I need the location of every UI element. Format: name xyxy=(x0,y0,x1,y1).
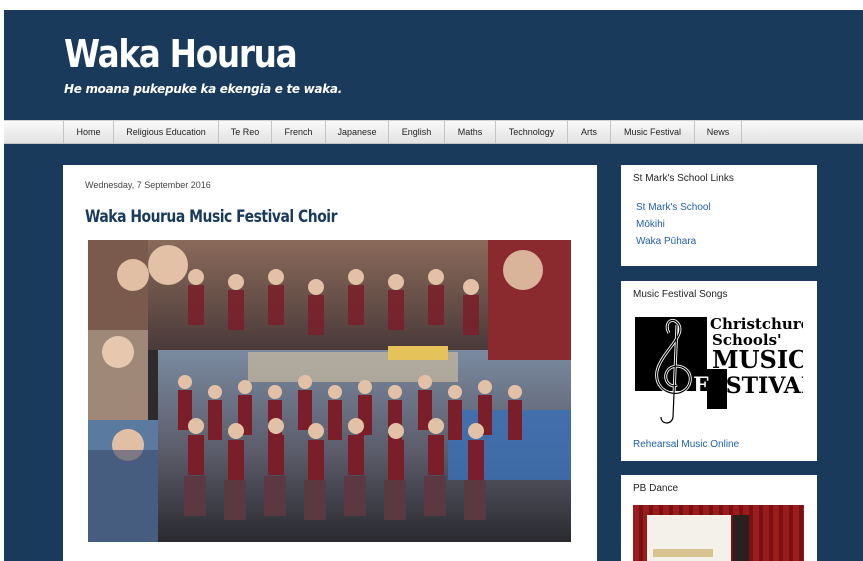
tab-arts[interactable]: Arts xyxy=(567,121,610,143)
blog-background: Waka Hourua He moana pukepuke ka ekengia… xyxy=(4,10,863,561)
choir-photo xyxy=(88,240,571,542)
svg-text:ESTIVAL: ESTIVAL xyxy=(709,373,803,399)
svg-text:F: F xyxy=(693,373,709,399)
svg-text:MUSIC: MUSIC xyxy=(712,345,803,374)
pb-dance-widget-title: PB Dance xyxy=(633,483,679,494)
festival-widget: Music Festival Songs Christchurch School… xyxy=(621,281,821,461)
tab-english[interactable]: English xyxy=(388,121,444,143)
tab-home[interactable]: Home xyxy=(63,121,113,143)
blog-title[interactable]: Waka Hourua xyxy=(64,32,298,76)
post-title[interactable]: Waka Hourua Music Festival Choir xyxy=(85,207,337,227)
link-waka-puhara[interactable]: Waka Pūhara xyxy=(636,236,696,247)
tab-religious-education[interactable]: Religious Education xyxy=(113,121,218,143)
page-tabs: Home Religious Education Te Reo French J… xyxy=(4,120,863,144)
link-st-marks-school[interactable]: St Mark's School xyxy=(636,202,711,213)
choir-photo-collage[interactable] xyxy=(88,240,571,542)
tab-maths[interactable]: Maths xyxy=(444,121,495,143)
festival-widget-title: Music Festival Songs xyxy=(633,289,728,300)
blog-post: Wednesday, 7 September 2016 Waka Hourua … xyxy=(63,165,597,561)
tab-te-reo[interactable]: Te Reo xyxy=(218,121,271,143)
pb-dance-thumbnail[interactable] xyxy=(633,505,804,561)
tab-french[interactable]: French xyxy=(271,121,325,143)
links-widget-title: St Mark's School Links xyxy=(633,173,734,184)
tab-japanese[interactable]: Japanese xyxy=(325,121,388,143)
music-festival-logo[interactable]: Christchurch Schools' MUSIC F ESTIVAL xyxy=(633,313,821,431)
tab-technology[interactable]: Technology xyxy=(495,121,567,143)
treble-clef-icon: Christchurch Schools' MUSIC F ESTIVAL xyxy=(635,315,821,425)
link-mokihi[interactable]: Mōkihi xyxy=(636,219,665,230)
rehearsal-music-link[interactable]: Rehearsal Music Online xyxy=(633,439,739,450)
post-date: Wednesday, 7 September 2016 xyxy=(85,180,211,190)
tab-news[interactable]: News xyxy=(694,121,742,143)
blog-description: He moana pukepuke ka ekengia e te waka. xyxy=(64,82,342,96)
tab-music-festival[interactable]: Music Festival xyxy=(610,121,694,143)
pb-dance-widget: PB Dance xyxy=(621,475,817,561)
links-widget: St Mark's School Links St Mark's School … xyxy=(621,165,817,266)
